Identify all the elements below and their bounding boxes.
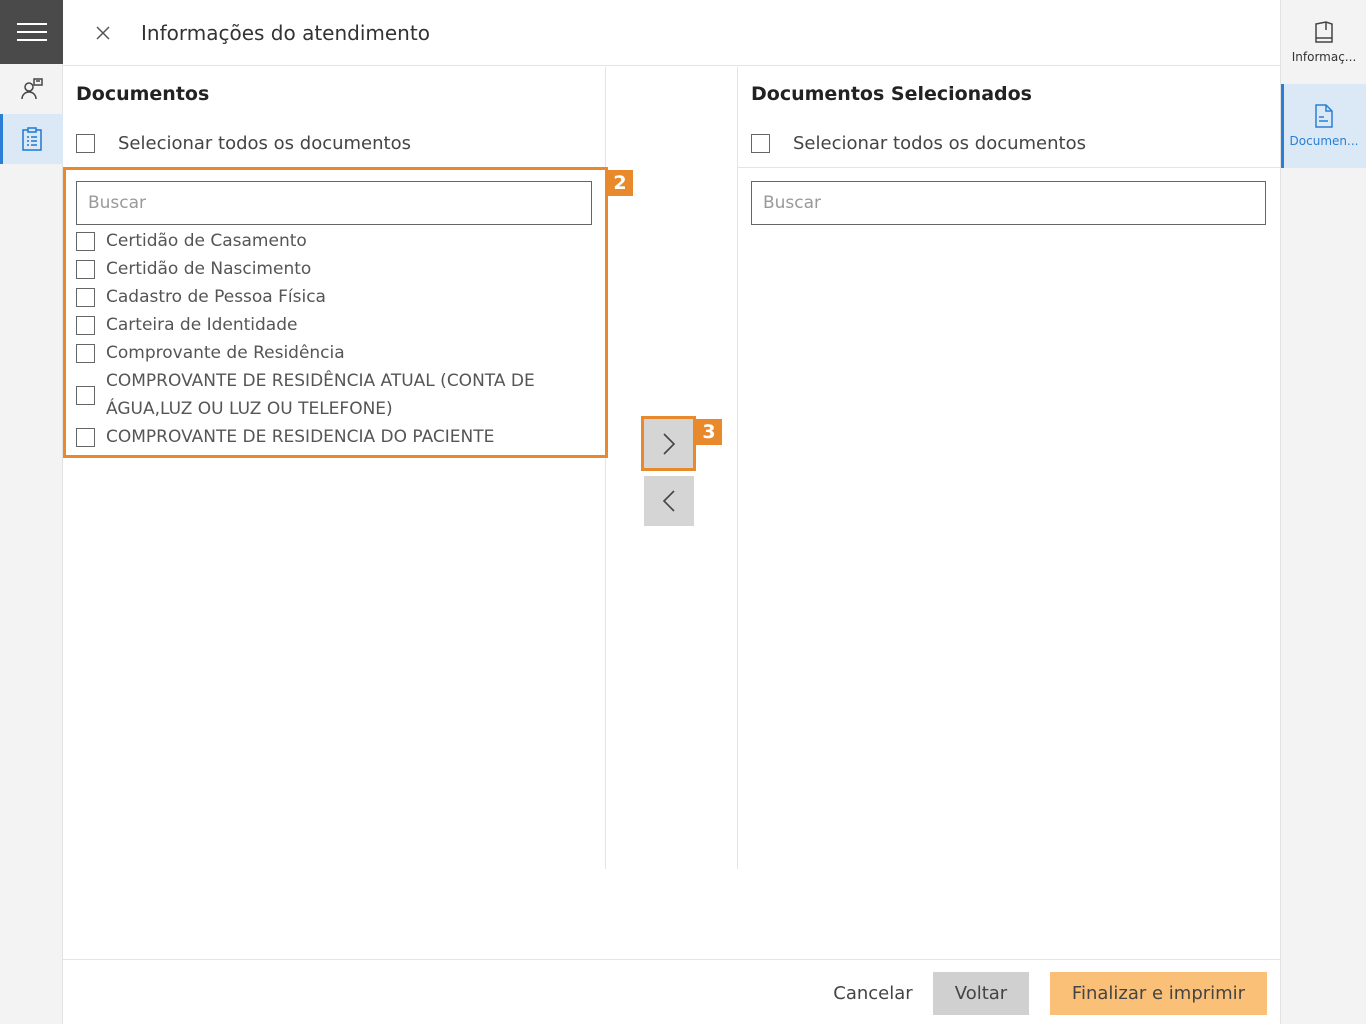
right-rail: Informaç... Documen... [1280, 0, 1366, 1024]
list-item[interactable]: Carteira de Identidade [76, 311, 596, 339]
annotation-badge: 2 [607, 170, 633, 196]
select-all-documents[interactable]: Selecionar todos os documentos [76, 133, 411, 154]
divider [738, 167, 1280, 168]
document-checkbox[interactable] [76, 385, 95, 405]
hamburger-icon [16, 23, 47, 41]
list-item[interactable]: COMPROVANTE DE RESIDÊNCIA ATUAL (CONTA D… [76, 367, 596, 423]
rrail-item-label: Documen... [1289, 134, 1359, 148]
rrail-item-label: Informaç... [1291, 50, 1357, 64]
chevron-left-icon [662, 490, 675, 512]
document-label: Certidão de Nascimento [106, 259, 312, 279]
document-label: COMPROVANTE DE RESIDENCIA DO PACIENTE [106, 427, 495, 447]
cancel-button[interactable]: Cancelar [823, 972, 923, 1015]
move-right-button[interactable] [644, 419, 694, 469]
page-title: Informações do atendimento [141, 20, 430, 45]
hamburger-menu-button[interactable] [0, 0, 63, 64]
dialog-footer: Cancelar Voltar Finalizar e imprimir [63, 959, 1280, 1024]
select-all-selected-documents[interactable]: Selecionar todos os documentos [751, 133, 1086, 154]
list-item[interactable]: Certidão de Nascimento [76, 255, 596, 283]
document-label: Certidão de Casamento [106, 231, 307, 251]
document-checkbox[interactable] [76, 315, 95, 335]
rail-item-documents[interactable] [0, 114, 63, 164]
selected-documents-title: Documentos Selecionados [751, 83, 1032, 105]
list-item[interactable]: Cadastro de Pessoa Física [76, 283, 596, 311]
close-icon [96, 25, 110, 40]
documents-panel: Documentos Selecionar todos os documento… [63, 67, 606, 869]
document-label: Comprovante de Residência [106, 343, 345, 363]
left-rail [0, 0, 63, 1024]
select-all-selected-checkbox[interactable] [751, 134, 770, 153]
document-label: Carteira de Identidade [106, 315, 298, 335]
list-item[interactable]: Comprovante de Residência [76, 339, 596, 367]
documents-search-input[interactable] [76, 181, 592, 225]
move-left-button[interactable] [644, 476, 694, 526]
document-checkbox[interactable] [76, 427, 95, 447]
dialog-header: Informações do atendimento [63, 0, 1280, 66]
chevron-right-icon [663, 433, 676, 455]
document-checkbox[interactable] [76, 343, 95, 363]
select-all-selected-label: Selecionar todos os documentos [793, 133, 1086, 154]
list-item[interactable]: Certidão de Casamento [76, 227, 596, 255]
rrail-item-documents[interactable]: Documen... [1281, 84, 1366, 168]
book-icon [1315, 21, 1333, 43]
finish-and-print-button[interactable]: Finalizar e imprimir [1050, 972, 1267, 1015]
clipboard-list-icon [21, 127, 42, 151]
document-icon [1315, 104, 1333, 128]
selected-documents-panel: Documentos Selecionados Selecionar todos… [738, 67, 1280, 869]
list-item[interactable]: COMPROVANTE DE RESIDENCIA DO PACIENTE [76, 423, 596, 451]
close-button[interactable] [91, 21, 115, 45]
person-card-icon [20, 78, 43, 100]
document-label: Cadastro de Pessoa Física [106, 287, 326, 307]
document-checkbox[interactable] [76, 259, 95, 279]
documents-panel-title: Documentos [76, 83, 210, 105]
selected-documents-search-input[interactable] [751, 181, 1266, 225]
documents-list: Certidão de Casamento Certidão de Nascim… [76, 227, 596, 451]
back-button[interactable]: Voltar [933, 972, 1029, 1015]
document-label: COMPROVANTE DE RESIDÊNCIA ATUAL (CONTA D… [106, 371, 535, 419]
divider [63, 167, 605, 168]
rail-item-patient[interactable] [0, 64, 63, 114]
select-all-checkbox[interactable] [76, 134, 95, 153]
select-all-label: Selecionar todos os documentos [118, 133, 411, 154]
rrail-item-info[interactable]: Informaç... [1281, 0, 1366, 84]
annotation-badge: 3 [696, 419, 722, 445]
document-checkbox[interactable] [76, 287, 95, 307]
document-checkbox[interactable] [76, 231, 95, 251]
